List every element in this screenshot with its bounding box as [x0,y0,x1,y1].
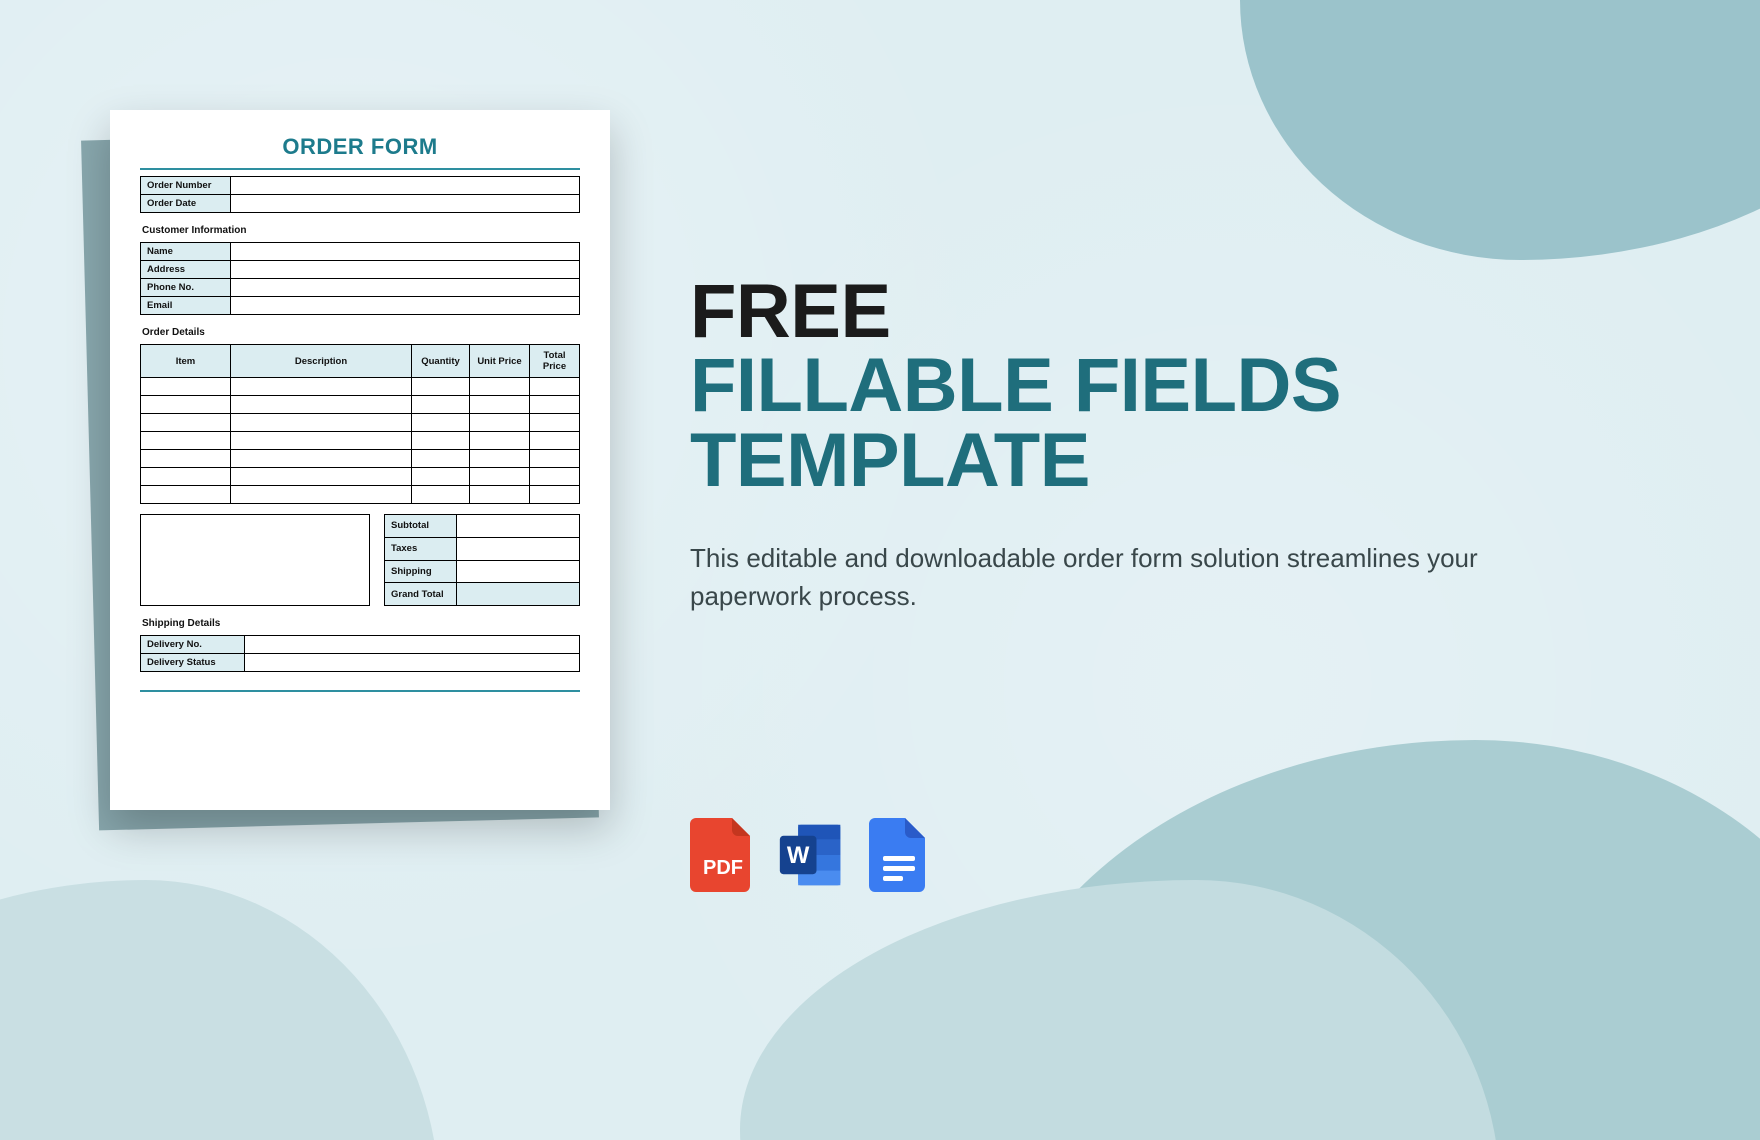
order-meta-table: Order Number Order Date [140,176,580,213]
order-items-table: Item Description Quantity Unit Price Tot… [140,344,580,504]
col-description: Description [231,345,412,378]
grand-total-value [457,583,580,606]
pdf-icon: PDF [690,816,756,894]
headline-block: FREE FILLABLE FIELDS TEMPLATE This edita… [690,275,1670,894]
table-row [141,468,580,486]
shipping-table: Delivery No. Delivery Status [140,635,580,672]
headline-line1: FILLABLE FIELDS [690,349,1670,423]
col-quantity: Quantity [412,345,470,378]
order-details-heading: Order Details [142,327,580,338]
table-row [141,378,580,396]
address-label: Address [141,261,231,279]
table-row [141,432,580,450]
col-item: Item [141,345,231,378]
table-row [141,450,580,468]
address-value [231,261,580,279]
divider [140,168,580,170]
customer-table: Name Address Phone No. Email [140,242,580,315]
doc-title: ORDER FORM [140,134,580,160]
taxes-label: Taxes [385,537,457,560]
table-row [141,396,580,414]
subtotal-value [457,515,580,538]
subtotal-label: Subtotal [385,515,457,538]
phone-label: Phone No. [141,279,231,297]
order-number-value [231,177,580,195]
shipping-label: Shipping [385,560,457,583]
phone-value [231,279,580,297]
table-row [141,486,580,504]
email-label: Email [141,297,231,315]
shipping-heading: Shipping Details [142,618,580,629]
email-value [231,297,580,315]
order-date-value [231,195,580,213]
template-preview: ORDER FORM Order Number Order Date Custo… [110,110,610,810]
table-row [141,414,580,432]
name-value [231,243,580,261]
order-form-document: ORDER FORM Order Number Order Date Custo… [110,110,610,810]
delivery-no-value [245,636,580,654]
grand-total-label: Grand Total [385,583,457,606]
headline-line2: TEMPLATE [690,424,1670,498]
col-total-price: Total Price [530,345,580,378]
order-date-label: Order Date [141,195,231,213]
order-number-label: Order Number [141,177,231,195]
format-icons: PDF W [690,816,1670,894]
customer-heading: Customer Information [142,225,580,236]
totals-table: Subtotal Taxes Shipping Grand Total [384,514,580,606]
col-unit-price: Unit Price [470,345,530,378]
divider [140,690,580,692]
taxes-value [457,537,580,560]
promo-stage: ORDER FORM Order Number Order Date Custo… [0,0,1760,1140]
shipping-value [457,560,580,583]
name-label: Name [141,243,231,261]
svg-text:W: W [787,842,810,869]
description-text: This editable and downloadable order for… [690,540,1570,615]
headline-free: FREE [690,275,1670,349]
word-icon: W [778,816,844,894]
delivery-status-label: Delivery Status [141,654,245,672]
svg-text:PDF: PDF [703,857,743,879]
delivery-no-label: Delivery No. [141,636,245,654]
notes-box [140,514,370,606]
google-docs-icon [866,816,932,894]
delivery-status-value [245,654,580,672]
